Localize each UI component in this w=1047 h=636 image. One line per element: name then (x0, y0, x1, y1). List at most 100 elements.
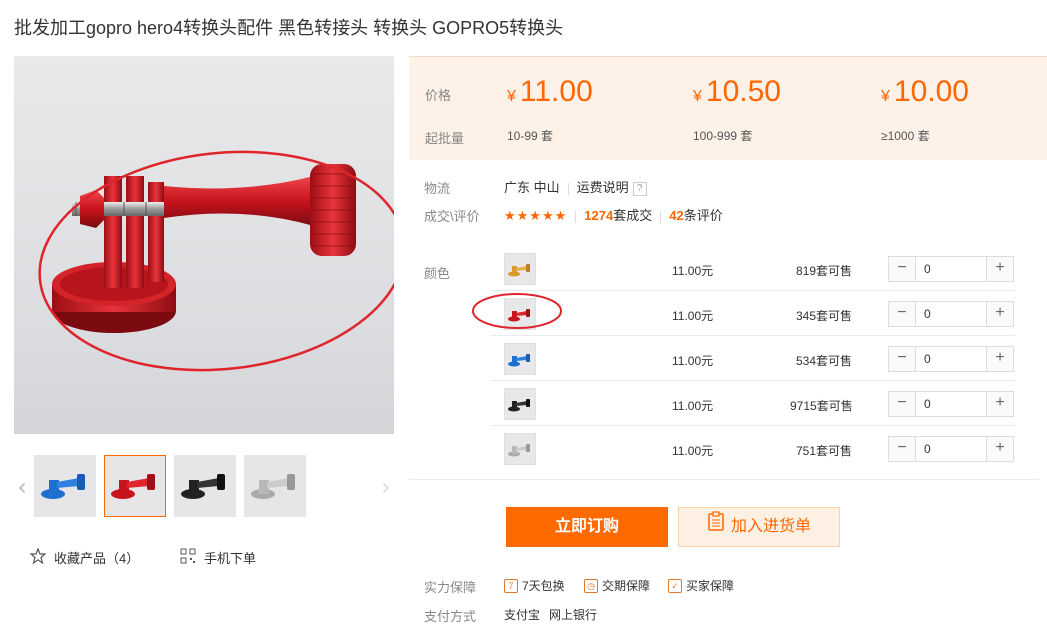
rating-stars: ★★★★★ (504, 208, 568, 223)
variant-row: 11.00元 751套可售 − + (490, 426, 1015, 471)
variant-stock: 751套可售 (795, 444, 852, 458)
plus-icon[interactable]: + (987, 257, 1013, 281)
variant-price: 11.00元 (672, 399, 714, 413)
plus-icon[interactable]: + (987, 347, 1013, 371)
gold-mount-icon (508, 264, 530, 277)
seven-day-icon: 7 (504, 578, 518, 593)
payment-label: 支付方式 (424, 609, 477, 624)
mobile-order-button[interactable]: 手机下单 (180, 548, 256, 567)
divider (567, 182, 569, 195)
delivery-icon: ◷ (584, 578, 598, 593)
variant-stock: 345套可售 (795, 309, 852, 323)
guarantee-item-label: 7天包换 (522, 579, 565, 593)
plus-icon[interactable]: + (987, 302, 1013, 326)
silver-mount-icon (508, 444, 530, 457)
minus-icon[interactable]: − (889, 302, 915, 326)
price-value: 11.00 (519, 75, 593, 108)
buy-now-button[interactable]: 立即订购 (506, 507, 668, 547)
mobile-order-label: 手机下单 (204, 551, 257, 566)
variant-row: 11.00元 9715套可售 − + (490, 381, 1015, 426)
price-tier-3: ¥ 10.00 (881, 75, 969, 109)
currency-symbol: ¥ (693, 88, 702, 105)
variant-thumbnail-gold[interactable] (504, 253, 536, 285)
variant-thumbnail-blue[interactable] (504, 343, 536, 375)
quantity-input[interactable] (915, 257, 987, 281)
star-outline-icon (29, 547, 47, 567)
reviews-info: ★★★★★ 1274套成交 42条评价 (504, 205, 723, 224)
black-mount-icon (508, 399, 530, 412)
variant-price: 11.00元 (672, 264, 714, 278)
shipping-fee-link[interactable]: 运费说明 (577, 180, 629, 195)
guarantee-delivery[interactable]: ◷ 交期保障 (584, 577, 650, 594)
plus-icon[interactable]: + (987, 437, 1013, 461)
price-tier-2: ¥ 10.50 (693, 75, 781, 109)
black-mount-icon (181, 474, 225, 499)
variant-stock: 534套可售 (795, 354, 852, 368)
range-tier-3: ≥1000 套 (881, 129, 930, 143)
product-photo (38, 150, 394, 372)
deals-suffix: 套成交 (613, 208, 653, 223)
variant-price: 11.00元 (672, 309, 714, 323)
silver-mount-icon (251, 474, 295, 499)
payment-online-bank: 网上银行 (549, 608, 598, 622)
minus-icon[interactable]: − (889, 347, 915, 371)
section-divider (409, 479, 1039, 480)
price-value: 10.00 (893, 75, 969, 108)
add-to-cart-button[interactable]: 加入进货单 (678, 507, 840, 547)
minus-icon[interactable]: − (889, 257, 915, 281)
minus-icon[interactable]: − (889, 437, 915, 461)
range-tier-2: 100-999 套 (693, 129, 753, 143)
quantity-input[interactable] (915, 437, 987, 461)
chevron-left-icon[interactable]: ‹ (14, 473, 30, 501)
favorite-button[interactable]: 收藏产品（4） (29, 547, 140, 567)
quantity-input[interactable] (915, 302, 987, 326)
variant-row: 11.00元 534套可售 − + (490, 336, 1015, 381)
variant-stock: 9715套可售 (790, 399, 853, 413)
thumbnail-strip: ‹ › (14, 455, 394, 517)
guarantee-item-label: 交期保障 (602, 579, 651, 593)
ship-from-location: 广东 中山 (504, 180, 560, 195)
chevron-right-icon[interactable]: › (378, 473, 394, 501)
thumbnail-silver[interactable] (244, 455, 306, 517)
blue-mount-icon (508, 354, 530, 367)
price-tier-1: ¥ 11.00 (507, 75, 593, 109)
logistics-label: 物流 (424, 181, 451, 196)
quantity-input[interactable] (915, 347, 987, 371)
price-panel: 价格 起批量 ¥ 11.00 10-99 套 ¥ 10.50 100-999 套… (409, 56, 1047, 160)
payment-alipay: 支付宝 (504, 608, 541, 622)
product-title: 批发加工gopro hero4转换头配件 黑色转接头 转换头 GOPRO5转换头 (14, 18, 564, 38)
quantity-stepper: − + (888, 346, 1014, 372)
range-tier-1: 10-99 套 (507, 129, 554, 143)
deals-count[interactable]: 1274 (584, 208, 613, 223)
moq-label: 起批量 (425, 131, 465, 146)
currency-symbol: ¥ (507, 88, 516, 105)
review-suffix: 条评价 (683, 208, 723, 223)
quantity-stepper: − + (888, 256, 1014, 282)
add-to-cart-label: 加入进货单 (730, 518, 811, 535)
variant-price: 11.00元 (672, 354, 714, 368)
quantity-stepper: − + (888, 391, 1014, 417)
price-value: 10.50 (705, 75, 781, 108)
thumbnail-black[interactable] (174, 455, 236, 517)
clipboard-icon (707, 508, 725, 546)
guarantee-7day[interactable]: 7 7天包换 (504, 577, 565, 594)
annotation-ellipse (472, 293, 562, 329)
plus-icon[interactable]: + (987, 392, 1013, 416)
variant-thumbnail-silver[interactable] (504, 433, 536, 465)
thumbnail-red[interactable] (104, 455, 166, 517)
help-icon[interactable]: ? (632, 181, 647, 196)
favorite-label: 收藏产品（4） (54, 551, 140, 566)
guarantee-label: 实力保障 (424, 580, 477, 595)
minus-icon[interactable]: − (889, 392, 915, 416)
guarantee-buyer[interactable]: ✓ 买家保障 (668, 577, 734, 594)
variant-thumbnail-black[interactable] (504, 388, 536, 420)
main-product-image[interactable] (14, 56, 394, 434)
quantity-input[interactable] (915, 392, 987, 416)
variant-price: 11.00元 (672, 444, 714, 458)
review-count[interactable]: 42 (669, 208, 683, 223)
shield-icon: ✓ (668, 578, 682, 593)
guarantee-item-label: 买家保障 (686, 579, 735, 593)
price-label: 价格 (425, 88, 452, 103)
blue-mount-icon (41, 474, 85, 499)
thumbnail-blue[interactable] (34, 455, 96, 517)
